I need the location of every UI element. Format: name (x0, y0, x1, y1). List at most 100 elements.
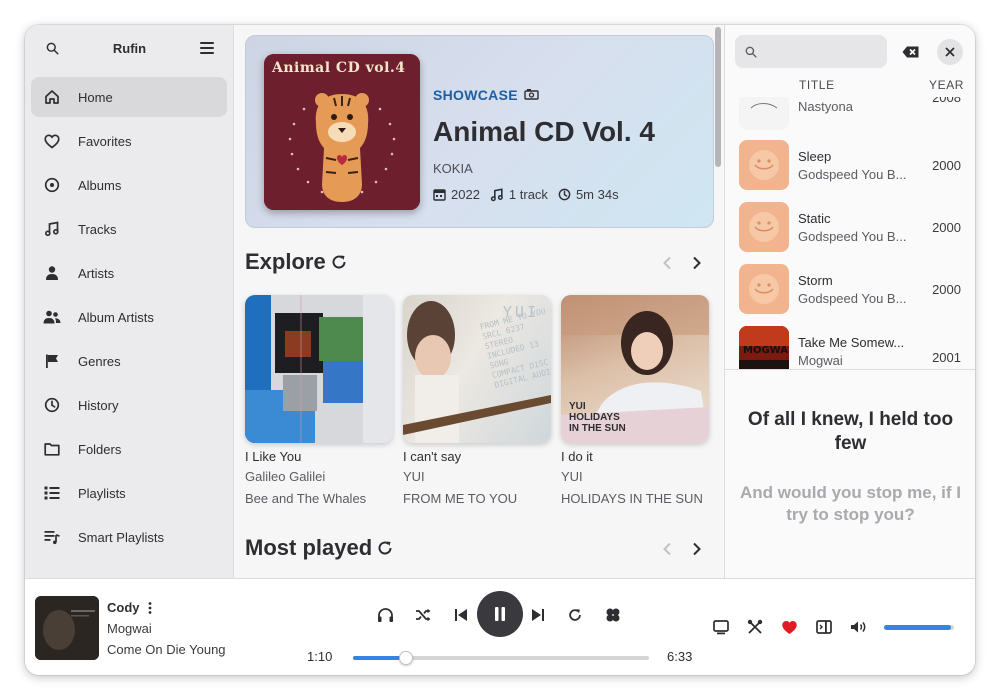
next-track-button[interactable] (526, 603, 550, 627)
play-pause-button[interactable] (477, 591, 523, 637)
hamburger-menu-icon[interactable] (196, 37, 218, 59)
list-icon (43, 484, 61, 502)
showcase-meta: 2022 1 track 5m 34s (433, 187, 629, 202)
tools-button[interactable] (743, 615, 767, 639)
clear-search-button[interactable] (899, 41, 921, 63)
album-cover[interactable] (245, 295, 393, 443)
sidebar-toggle-button[interactable] (812, 615, 836, 639)
backspace-icon (902, 46, 918, 58)
sidebar-item-favorites[interactable]: Favorites (31, 121, 227, 161)
table-row[interactable]: Sleep Godspeed You B... 2000 (739, 139, 969, 191)
camera-icon (524, 87, 539, 103)
close-panel-button[interactable] (937, 39, 963, 65)
column-header-year[interactable]: YEAR (929, 78, 964, 92)
explore-card[interactable]: YUI HOLIDAYS IN THE SUN I do it YUI HOLI… (561, 295, 709, 510)
chevron-left-icon (663, 256, 671, 270)
showcase-album-cover[interactable]: Animal CD vol.4 (264, 54, 420, 210)
card-album[interactable]: HOLIDAYS IN THE SUN (561, 488, 709, 510)
app-window: Rufin Home Favorites Albums Tracks Artis… (25, 25, 975, 675)
track-info: Sleep Godspeed You B... (798, 149, 918, 182)
cover-line: YUI (569, 401, 586, 412)
most-played-next-button[interactable] (687, 539, 707, 559)
lyric-line-current[interactable]: Of all I knew, I held too few (737, 408, 964, 456)
showcase-label: SHOWCASE (433, 87, 539, 103)
showcase-artist[interactable]: KOKIA (433, 161, 473, 176)
sidebar-item-tracks[interactable]: Tracks (31, 209, 227, 249)
volume-button[interactable] (846, 615, 870, 639)
sidebar-item-folders[interactable]: Folders (31, 429, 227, 469)
sidebar-item-label: Favorites (78, 133, 132, 149)
table-row[interactable]: Static Godspeed You B... 2000 (739, 201, 969, 253)
track-cover (739, 264, 789, 314)
now-playing-title-text[interactable]: Cody (107, 600, 140, 615)
now-playing-artist[interactable]: Mogwai (107, 621, 152, 636)
heart-icon (43, 132, 61, 150)
column-header-title[interactable]: TITLE (799, 78, 835, 92)
queue-search[interactable] (735, 35, 887, 68)
sidebar-item-label: Album Artists (78, 309, 154, 325)
search-icon[interactable] (41, 37, 63, 59)
music-note-icon (43, 220, 61, 238)
elapsed-time: 1:10 (307, 649, 333, 664)
seek-bar[interactable] (353, 651, 649, 665)
mini-player-button[interactable] (709, 615, 733, 639)
sidebar-item-artists[interactable]: Artists (31, 253, 227, 293)
queue-tracklist[interactable]: Nastyona 2008 Sleep Godspeed You B... 20… (725, 97, 975, 369)
card-artist[interactable]: YUI (403, 466, 551, 488)
queue-search-input[interactable] (763, 44, 883, 59)
cover-line: HOLIDAYS (569, 412, 620, 423)
favorite-button[interactable] (777, 615, 801, 639)
previous-track-button[interactable] (449, 603, 473, 627)
repeat-button[interactable] (563, 603, 587, 627)
sidebar-item-smart-playlists[interactable]: Smart Playlists (31, 517, 227, 557)
explore-nav-arrows (657, 253, 707, 273)
more-options-icon[interactable] (148, 601, 152, 614)
table-row[interactable]: Nastyona 2008 (739, 97, 969, 131)
table-row[interactable]: Storm Godspeed You B... 2000 (739, 263, 969, 315)
now-playing-cover[interactable] (35, 596, 99, 660)
sidebar-item-label: Genres (78, 353, 121, 369)
showcase-year-text: 2022 (451, 187, 480, 202)
flag-icon (43, 352, 61, 370)
card-artist[interactable]: YUI (561, 466, 709, 488)
explore-next-button[interactable] (687, 253, 707, 273)
sidebar-item-label: Home (78, 89, 113, 105)
sidebar-item-albums[interactable]: Albums (31, 165, 227, 205)
showcase-tracks: 1 track (490, 187, 548, 202)
total-time: 6:33 (667, 649, 693, 664)
table-row[interactable]: MOGWAI Take Me Somew... Mogwai 2001 (739, 325, 969, 369)
effects-button[interactable] (601, 603, 625, 627)
explore-prev-button[interactable] (657, 253, 677, 273)
refresh-icon[interactable] (330, 253, 348, 271)
headphones-button[interactable] (373, 603, 397, 627)
sidebar-item-playlists[interactable]: Playlists (31, 473, 227, 513)
track-year: 2000 (932, 281, 961, 297)
lyric-line-next[interactable]: And would you stop me, if I try to stop … (737, 482, 964, 526)
card-album[interactable]: Bee and The Whales (245, 488, 393, 510)
track-year: 2000 (932, 219, 961, 235)
main-scrollbar[interactable] (715, 27, 721, 167)
most-played-prev-button[interactable] (657, 539, 677, 559)
shuffle-button[interactable] (411, 603, 435, 627)
refresh-icon[interactable] (376, 539, 394, 557)
sidebar-item-history[interactable]: History (31, 385, 227, 425)
sidebar-item-genres[interactable]: Genres (31, 341, 227, 381)
card-artist[interactable]: Galileo Galilei (245, 466, 393, 488)
track-year: 2001 (932, 350, 961, 365)
main-content[interactable]: Animal CD vol.4 SHOWCASE Animal CD Vol. … (235, 25, 723, 578)
explore-card[interactable]: I Like You Galileo Galilei Bee and The W… (245, 295, 393, 510)
card-album[interactable]: FROM ME TO YOU (403, 488, 551, 510)
skip-next-icon (532, 609, 544, 621)
volume-slider[interactable] (884, 625, 954, 630)
search-icon (745, 46, 757, 58)
explore-card[interactable]: YUI FROM ME TO YOU SRCL 6237 STEREO INCL… (403, 295, 551, 510)
sidebar-item-home[interactable]: Home (31, 77, 227, 117)
sidebar-item-album-artists[interactable]: Album Artists (31, 297, 227, 337)
album-cover[interactable]: YUI HOLIDAYS IN THE SUN (561, 295, 709, 443)
album-cover[interactable]: YUI FROM ME TO YOU SRCL 6237 STEREO INCL… (403, 295, 551, 443)
showcase-card[interactable]: Animal CD vol.4 SHOWCASE Animal CD Vol. … (245, 35, 714, 228)
chevron-left-icon (663, 542, 671, 556)
now-playing-album[interactable]: Come On Die Young (107, 642, 226, 657)
explore-cards: I Like You Galileo Galilei Bee and The W… (245, 295, 709, 510)
seek-bar-handle[interactable] (399, 651, 414, 665)
